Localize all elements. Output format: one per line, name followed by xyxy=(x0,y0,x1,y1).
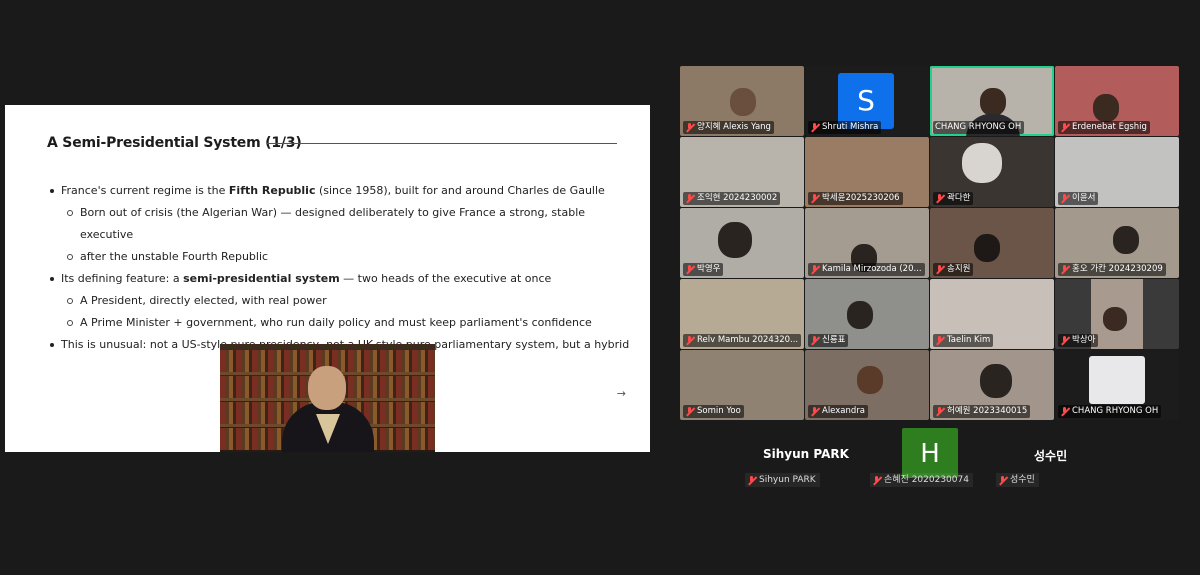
arrow-right-icon: → xyxy=(616,387,626,400)
participant-tile[interactable]: Somin Yoo xyxy=(680,350,804,420)
mic-muted-icon xyxy=(935,407,944,416)
participant-display-name: Sihyun PARK xyxy=(763,447,849,461)
mic-muted-icon xyxy=(685,194,694,203)
participant-tile[interactable]: 허예원 2023340015 xyxy=(930,350,1054,420)
mic-muted-icon xyxy=(810,123,819,132)
participant-name: 신룡표 xyxy=(822,335,846,345)
participant-name: Erdenebat Egshig xyxy=(1072,122,1147,132)
participant-tile[interactable]: 성수민 xyxy=(996,473,1039,487)
participant-name: 박세윤2025230206 xyxy=(822,193,900,203)
participant-name: 손혜진 2020230074 xyxy=(884,475,969,485)
participant-name: 성수민 xyxy=(1010,475,1035,485)
participant-video xyxy=(1103,307,1127,331)
mic-muted-icon xyxy=(1060,265,1069,274)
participant-name: 이윤서 xyxy=(1072,193,1096,203)
mic-muted-icon xyxy=(935,336,944,345)
participant-name: Somin Yoo xyxy=(697,406,741,416)
sub-bullet-item: A President, directly elected, with real… xyxy=(49,290,639,312)
participant-display-name: 성수민 xyxy=(1034,449,1068,463)
bullet-item: Its defining feature: a semi-presidentia… xyxy=(49,268,639,290)
participant-name: CHANG RHYONG OH xyxy=(935,122,1022,132)
mic-muted-icon xyxy=(685,265,694,274)
participant-video xyxy=(847,301,873,329)
participant-video xyxy=(718,222,752,258)
participant-tile[interactable]: 손혜진 2020230074 xyxy=(870,473,973,487)
mic-muted-icon xyxy=(935,265,944,274)
participant-name: Sihyun PARK xyxy=(759,475,816,485)
participant-name: Kamila Mirzozoda (20... xyxy=(822,264,922,274)
de-gaulle-portrait-image xyxy=(220,344,435,452)
participant-tile[interactable]: CHANG RHYONG OH xyxy=(1055,350,1179,420)
participant-tile[interactable]: 이윤서 xyxy=(1055,137,1179,207)
participant-name: Shruti Mishra xyxy=(822,122,879,132)
mic-muted-icon xyxy=(810,194,819,203)
mic-muted-icon xyxy=(747,475,756,485)
participant-name: 박상아 xyxy=(1072,335,1096,345)
participant-name: Relv Mambu 2024320... xyxy=(697,335,799,345)
participant-gallery: 양지혜 Alexis Yang S Shruti Mishra CHANG RH… xyxy=(680,66,1180,420)
mic-muted-icon xyxy=(872,475,881,485)
participant-tile-active-speaker[interactable]: CHANG RHYONG OH xyxy=(930,66,1054,136)
participant-video xyxy=(857,366,883,394)
mic-muted-icon xyxy=(810,336,819,345)
participant-name: 조익현 2024230002 xyxy=(697,193,778,203)
avatar: H xyxy=(902,428,958,478)
participant-name: CHANG RHYONG OH xyxy=(1072,406,1159,416)
bullet-item: France's current regime is the Fifth Rep… xyxy=(49,180,639,202)
mic-muted-icon xyxy=(1060,194,1069,203)
participant-tile[interactable]: 박영우 xyxy=(680,208,804,278)
participant-video xyxy=(1113,226,1139,254)
participant-video xyxy=(980,364,1012,398)
mic-muted-icon xyxy=(1060,407,1069,416)
participant-name: 송지원 xyxy=(947,264,971,274)
participant-tile[interactable]: Kamila Mirzozoda (20... xyxy=(805,208,929,278)
participant-tile[interactable]: Sihyun PARK xyxy=(745,473,820,487)
participant-tile[interactable]: Taelin Kim xyxy=(930,279,1054,349)
participant-video xyxy=(730,88,756,116)
title-divider xyxy=(267,143,617,144)
participant-tile[interactable]: 홍오 가칸 2024230209 xyxy=(1055,208,1179,278)
mic-muted-icon xyxy=(685,336,694,345)
participant-tile[interactable]: 송지원 xyxy=(930,208,1054,278)
participant-tile[interactable]: 양지혜 Alexis Yang xyxy=(680,66,804,136)
participant-name: 곽다한 xyxy=(947,193,971,203)
participant-tile[interactable]: 신룡표 xyxy=(805,279,929,349)
sub-bullet-continuation: after the unstable Fourth Republic xyxy=(49,246,639,268)
participant-video xyxy=(980,88,1006,116)
participant-name: 박영우 xyxy=(697,264,721,274)
participant-name: 양지혜 Alexis Yang xyxy=(697,122,771,132)
mic-muted-icon xyxy=(685,123,694,132)
mic-muted-icon xyxy=(998,475,1007,485)
mic-muted-icon xyxy=(1060,123,1069,132)
mic-muted-icon xyxy=(1060,336,1069,345)
participant-tile[interactable]: Relv Mambu 2024320... xyxy=(680,279,804,349)
participant-name: 허예원 2023340015 xyxy=(947,406,1028,416)
avatar xyxy=(1089,356,1145,404)
participant-video xyxy=(962,143,1002,183)
participant-name: Alexandra xyxy=(822,406,865,416)
slide-title: A Semi-Presidential System (1/3) xyxy=(47,135,302,151)
participant-tile[interactable]: S Shruti Mishra xyxy=(805,66,929,136)
mic-muted-icon xyxy=(685,407,694,416)
participant-video xyxy=(1093,94,1119,122)
participant-video xyxy=(974,234,1000,262)
participant-name: 홍오 가칸 2024230209 xyxy=(1072,264,1163,274)
sub-bullet-item: Born out of crisis (the Algerian War) — … xyxy=(49,202,639,246)
participant-tile[interactable]: 곽다한 xyxy=(930,137,1054,207)
mic-muted-icon xyxy=(810,265,819,274)
slide-bullet-list: France's current regime is the Fifth Rep… xyxy=(49,180,639,356)
shared-slide: A Semi-Presidential System (1/3) France'… xyxy=(5,105,650,452)
participant-tile[interactable]: 조익현 2024230002 xyxy=(680,137,804,207)
participant-tile[interactable]: Alexandra xyxy=(805,350,929,420)
sub-bullet-item: A Prime Minister + government, who run d… xyxy=(49,312,639,334)
mic-muted-icon xyxy=(935,194,944,203)
participant-tile[interactable]: 박상아 xyxy=(1055,279,1179,349)
participant-name: Taelin Kim xyxy=(947,335,991,345)
mic-muted-icon xyxy=(810,407,819,416)
participant-tile[interactable]: Erdenebat Egshig xyxy=(1055,66,1179,136)
participant-tile[interactable]: 박세윤2025230206 xyxy=(805,137,929,207)
